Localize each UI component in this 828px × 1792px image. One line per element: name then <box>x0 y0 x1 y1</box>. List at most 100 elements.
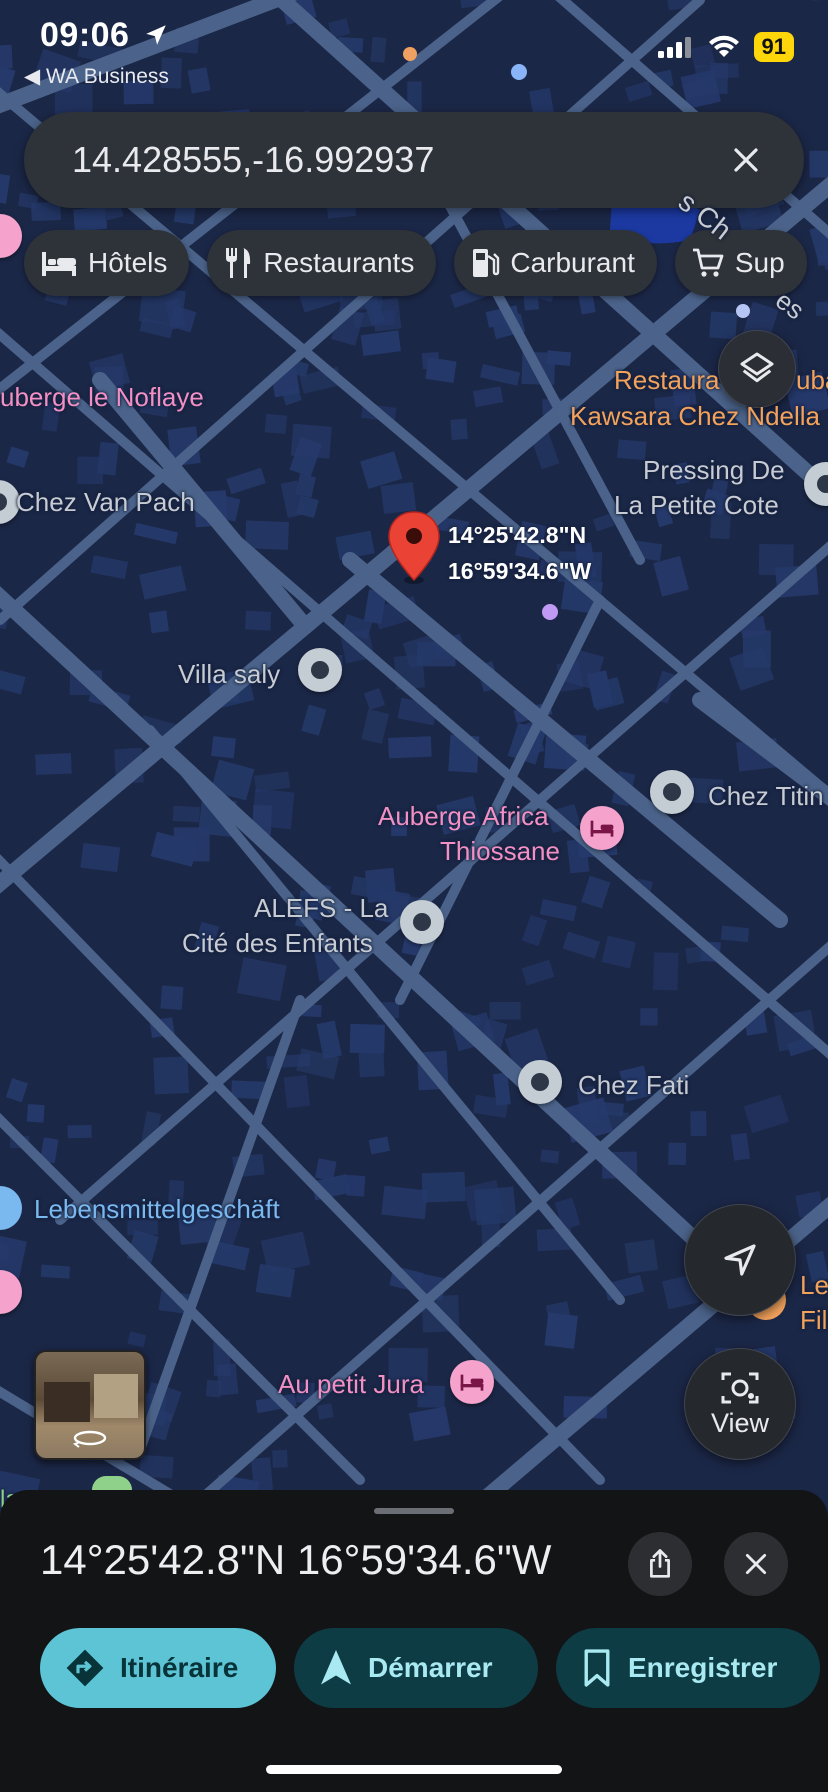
map-building <box>40 1264 71 1279</box>
map-building <box>381 1185 428 1220</box>
poi-label-pressing[interactable]: Pressing De <box>643 455 785 486</box>
back-to-app-link[interactable]: ◀ WA Business <box>24 64 169 89</box>
map-building <box>624 1239 659 1274</box>
directions-label: Itinéraire <box>120 1652 239 1683</box>
poi-label-le-fil[interactable]: Le <box>800 1270 828 1301</box>
category-chips: Hôtels Restaurants Carburant Sup <box>24 230 807 296</box>
map-building <box>370 36 387 63</box>
map-building <box>205 1379 222 1398</box>
poi-villa-saly[interactable] <box>298 648 342 692</box>
pin-longitude: 16°59'34.6"W <box>448 558 592 584</box>
close-sheet-button[interactable] <box>724 1532 788 1596</box>
street-view-house <box>94 1374 138 1418</box>
map-dot-blue-2 <box>736 304 750 318</box>
map-building <box>815 300 828 317</box>
start-button[interactable]: Démarrer <box>294 1628 538 1708</box>
wifi-icon <box>708 35 739 57</box>
chip-label: Hôtels <box>88 247 168 278</box>
directions-button[interactable]: Itinéraire <box>40 1628 276 1708</box>
status-time: 09:06 <box>40 16 169 55</box>
view-lens-button[interactable]: View <box>684 1348 796 1460</box>
location-pin-icon[interactable] <box>386 510 442 586</box>
layers-button[interactable] <box>718 330 796 408</box>
signal-icon <box>657 37 691 58</box>
chip-label: Carburant <box>510 247 635 278</box>
poi-label-kawsara[interactable]: Kawsara Chez Ndella <box>570 401 820 432</box>
map-building <box>668 1142 687 1166</box>
poi-label-alefs-2[interactable]: Cité des Enfants <box>182 928 373 959</box>
search-input[interactable]: 14.428555,-16.992937 <box>72 139 718 181</box>
poi-chez-fati[interactable] <box>518 1060 562 1104</box>
sheet-drag-handle[interactable] <box>374 1508 454 1514</box>
poi-alefs[interactable] <box>400 900 444 944</box>
chip-carburant[interactable]: Carburant <box>454 230 657 296</box>
poi-label-auberge-africa-2[interactable]: Thiossane <box>440 836 560 867</box>
home-indicator[interactable] <box>266 1765 562 1774</box>
street-view-thumbnail[interactable] <box>34 1350 146 1460</box>
map-building <box>255 1263 296 1298</box>
poi-hotel-au-petit-jura[interactable] <box>450 1360 494 1404</box>
map-building <box>640 1008 658 1026</box>
map-building <box>809 150 828 178</box>
map-building <box>653 952 679 991</box>
map-building <box>26 1104 45 1123</box>
poi-green[interactable] <box>92 1476 132 1490</box>
poi-label-auberge-africa[interactable]: Auberge Africa <box>378 801 549 832</box>
battery-icon: 91 <box>753 32 794 62</box>
poi-label-alefs[interactable]: ALEFS - La <box>254 893 388 924</box>
map-building <box>709 311 738 340</box>
map-building <box>316 1403 334 1420</box>
map-building <box>388 736 432 759</box>
chip-label: Restaurants <box>263 247 415 278</box>
map-building <box>264 413 288 435</box>
chip-restaurants[interactable]: Restaurants <box>207 230 437 296</box>
cart-icon <box>692 248 724 277</box>
poi-label-restaurant-2[interactable]: uba <box>796 365 828 396</box>
start-label: Démarrer <box>368 1652 493 1683</box>
bed-icon <box>590 820 614 837</box>
street-view-wall <box>44 1382 90 1422</box>
poi-label-van-pach[interactable]: Chez Van Pach <box>16 487 195 518</box>
place-title: 14°25'42.8"N 16°59'34.6"W <box>40 1536 552 1583</box>
bed-icon <box>42 252 76 276</box>
poi-label-au-petit-jura[interactable]: Au petit Jura <box>278 1369 424 1400</box>
my-location-button[interactable] <box>684 1204 796 1316</box>
directions-icon <box>66 1649 104 1687</box>
map-building <box>425 357 457 383</box>
poi-label-le-fil-2[interactable]: Fil <box>800 1305 827 1336</box>
map-building <box>80 842 121 873</box>
location-arrow-icon <box>146 25 167 45</box>
map-building <box>421 1171 466 1203</box>
clear-search-button[interactable] <box>718 132 774 188</box>
poi-label-noflaye[interactable]: uberge le Noflaye <box>0 382 204 413</box>
map-building <box>153 1056 189 1095</box>
map-building <box>473 1186 517 1226</box>
map-building <box>172 805 201 823</box>
map-building <box>540 1149 560 1164</box>
poi-label-villa-saly[interactable]: Villa saly <box>178 659 280 690</box>
save-button[interactable]: Enregistrer <box>556 1628 820 1708</box>
map-building <box>160 985 184 1010</box>
status-indicators: 91 <box>657 32 794 62</box>
map-building <box>690 1111 707 1137</box>
save-label: Enregistrer <box>628 1652 778 1683</box>
map-building <box>245 610 272 631</box>
map-building <box>272 1449 288 1468</box>
map-building <box>251 1457 274 1494</box>
poi-label-lebensmittel[interactable]: Lebensmittelgeschäft <box>34 1194 280 1225</box>
view-label: View <box>710 1407 770 1438</box>
poi-label-chez-fati[interactable]: Chez Fati <box>578 1070 689 1101</box>
map-building <box>544 1312 578 1349</box>
map-dot-purple <box>542 604 558 620</box>
share-button[interactable] <box>628 1532 692 1596</box>
poi-label-pressing-2[interactable]: La Petite Cote <box>614 490 779 521</box>
poi-chez-titi[interactable] <box>650 770 694 814</box>
poi-label-restaurant[interactable]: Restaura <box>614 365 720 396</box>
map-building <box>97 441 119 476</box>
chip-hotels[interactable]: Hôtels <box>24 230 190 296</box>
close-icon <box>734 148 758 172</box>
poi-hotel-auberge-africa[interactable] <box>580 806 624 850</box>
poi-label-chez-titi[interactable]: Chez Titin <box>708 781 824 812</box>
map-building <box>73 206 108 232</box>
close-icon <box>745 1553 767 1575</box>
